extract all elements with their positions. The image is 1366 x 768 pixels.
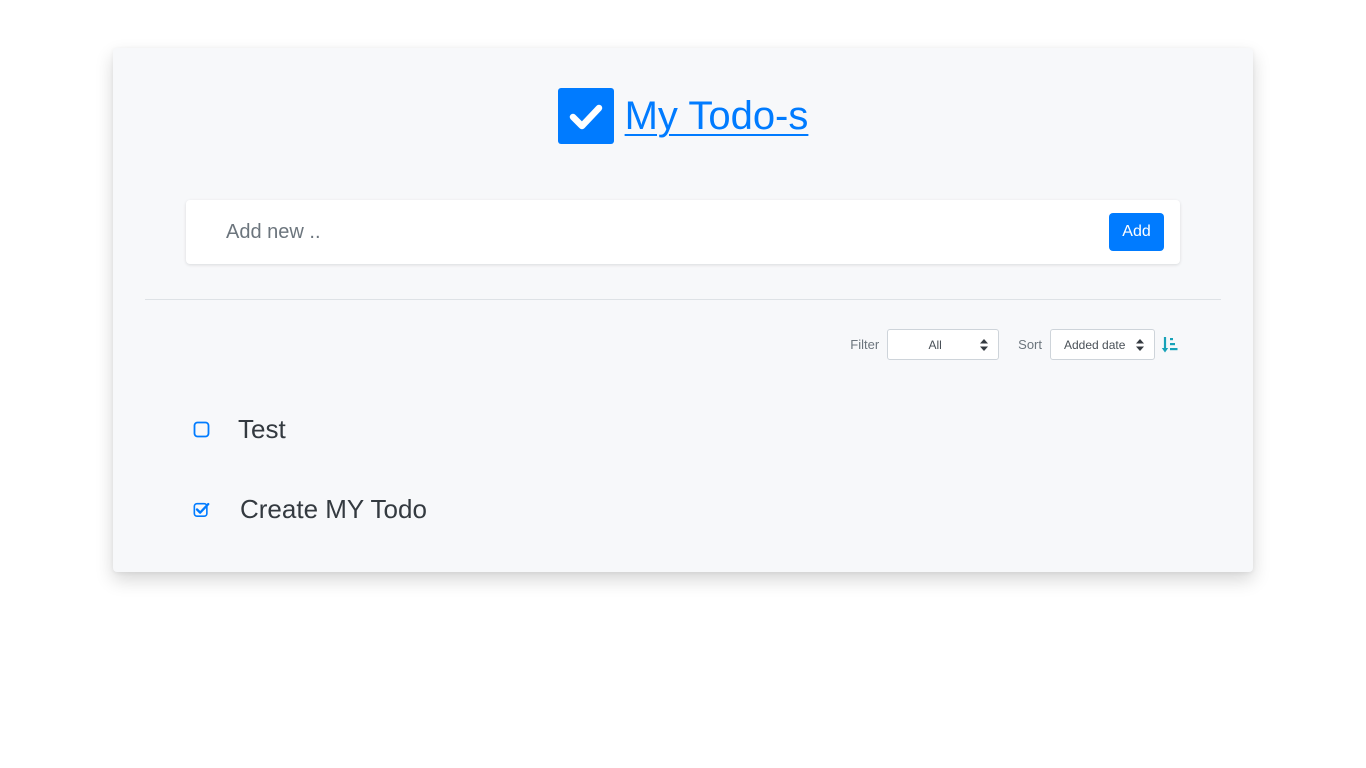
sort-select[interactable]: Added date <box>1050 329 1155 360</box>
filter-label: Filter <box>850 337 880 352</box>
sort-select-value: Added date <box>1064 337 1126 352</box>
checked-box-icon[interactable] <box>193 501 210 518</box>
select-arrows-icon <box>980 339 989 351</box>
todo-text: Create MY Todo <box>240 494 427 524</box>
add-todo-form: Add <box>186 200 1180 264</box>
list-controls: Filter All Sort Added date <box>850 329 1178 360</box>
todo-item: Create MY Todo <box>193 496 427 522</box>
divider <box>145 299 1221 300</box>
filter-select[interactable]: All <box>887 329 1000 360</box>
todo-text: Test <box>238 414 286 444</box>
todo-item: Test <box>193 416 286 442</box>
add-button[interactable]: Add <box>1109 213 1164 251</box>
app-title-link[interactable]: My Todo-s <box>625 96 809 136</box>
add-todo-input[interactable] <box>208 212 1098 252</box>
app-header: My Todo-s <box>113 88 1253 144</box>
todo-card: My Todo-s Add Filter All Sort Added date <box>113 48 1253 572</box>
select-arrows-icon <box>1136 339 1144 351</box>
unchecked-box-icon[interactable] <box>193 421 210 438</box>
check-square-logo-icon <box>557 88 614 144</box>
sort-label: Sort <box>1018 337 1042 352</box>
filter-select-value: All <box>928 337 942 352</box>
sort-amount-down-icon[interactable] <box>1160 335 1178 355</box>
